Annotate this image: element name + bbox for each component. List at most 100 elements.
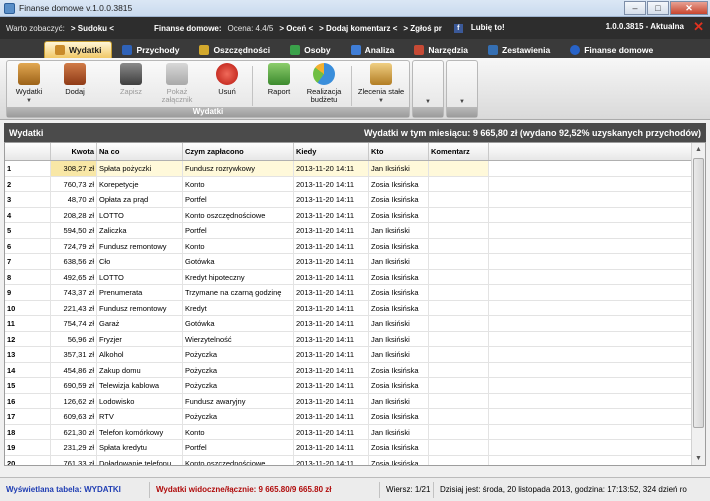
amount-cell[interactable]: 308,27 zł <box>51 161 97 176</box>
amount-cell[interactable]: 48,70 zł <box>51 192 97 207</box>
table-row[interactable]: 14 454,86 zł Zakup domu Pożyczka 2013-11-20 … <box>5 362 705 378</box>
column-header-komentarz[interactable]: Komentarz <box>429 143 489 160</box>
person-cell[interactable]: Zosia Iksińska <box>369 378 429 393</box>
scroll-thumb[interactable] <box>693 158 704 428</box>
table-row[interactable]: 15 690,59 zł Telewizja kablowa Pożyczka 2013… <box>5 378 705 394</box>
report-link[interactable]: > Zgłoś pr <box>403 24 441 33</box>
table-row[interactable]: 9 743,37 zł Prenumerata Trzymane na czarną … <box>5 285 705 301</box>
purpose-cell[interactable]: RTV <box>97 409 183 424</box>
show-attachment-button[interactable]: Pokaż załącznik <box>155 63 199 104</box>
purpose-cell[interactable]: Lodowisko <box>97 393 183 408</box>
comment-cell[interactable] <box>429 269 489 284</box>
comment-cell[interactable] <box>429 362 489 377</box>
date-cell[interactable]: 2013-11-20 14:11 <box>294 161 369 176</box>
purpose-cell[interactable]: Telewizja kablowa <box>97 378 183 393</box>
row-number[interactable]: 5 <box>5 223 51 238</box>
tab-analiza[interactable]: Analiza <box>341 41 405 58</box>
row-number[interactable]: 8 <box>5 269 51 284</box>
payment-method-cell[interactable]: Gotówka <box>183 316 294 331</box>
amount-cell[interactable]: 638,56 zł <box>51 254 97 269</box>
add-comment-link[interactable]: > Dodaj komentarz < <box>319 24 397 33</box>
person-cell[interactable]: Zosia Iksińska <box>369 455 429 465</box>
payment-method-cell[interactable]: Portfel <box>183 223 294 238</box>
person-cell[interactable]: Jan Iksiński <box>369 424 429 439</box>
wydatki-menu-button[interactable]: Wydatki ▼ <box>11 63 47 105</box>
scroll-down-icon[interactable]: ▼ <box>692 452 705 465</box>
amount-cell[interactable]: 221,43 zł <box>51 300 97 315</box>
row-number[interactable]: 4 <box>5 207 51 222</box>
payment-method-cell[interactable]: Wierzytelność <box>183 331 294 346</box>
comment-cell[interactable] <box>429 424 489 439</box>
person-cell[interactable]: Jan Iksiński <box>369 254 429 269</box>
row-number[interactable]: 6 <box>5 238 51 253</box>
comment-cell[interactable] <box>429 316 489 331</box>
sudoku-link[interactable]: > Sudoku < <box>71 24 114 33</box>
amount-cell[interactable]: 56,96 zł <box>51 331 97 346</box>
comment-cell[interactable] <box>429 285 489 300</box>
comment-cell[interactable] <box>429 331 489 346</box>
column-header-na-co[interactable]: Na co <box>97 143 183 160</box>
report-button[interactable]: Raport <box>261 63 297 96</box>
person-cell[interactable]: Zosia Iksińska <box>369 176 429 191</box>
person-cell[interactable]: Jan Iksiński <box>369 316 429 331</box>
comment-cell[interactable] <box>429 161 489 176</box>
date-cell[interactable]: 2013-11-20 14:11 <box>294 393 369 408</box>
date-cell[interactable]: 2013-11-20 14:11 <box>294 238 369 253</box>
payment-method-cell[interactable]: Konto oszczędnościowe <box>183 207 294 222</box>
date-cell[interactable]: 2013-11-20 14:11 <box>294 440 369 455</box>
minimize-button[interactable]: – <box>624 1 646 15</box>
table-row[interactable]: 13 357,31 zł Alkohol Pożyczka 2013-11-20 14:… <box>5 347 705 363</box>
vertical-scrollbar[interactable]: ▲ ▼ <box>691 143 705 465</box>
purpose-cell[interactable]: Prenumerata <box>97 285 183 300</box>
person-cell[interactable]: Zosia Iksińska <box>369 238 429 253</box>
person-cell[interactable]: Zosia Iksińska <box>369 192 429 207</box>
date-cell[interactable]: 2013-11-20 14:11 <box>294 285 369 300</box>
save-button[interactable]: Zapisz <box>113 63 149 96</box>
payment-method-cell[interactable]: Konto <box>183 424 294 439</box>
amount-cell[interactable]: 754,74 zł <box>51 316 97 331</box>
purpose-cell[interactable]: Fundusz remontowy <box>97 300 183 315</box>
payment-method-cell[interactable]: Pożyczka <box>183 362 294 377</box>
row-number[interactable]: 15 <box>5 378 51 393</box>
table-row[interactable]: 17 609,63 zł RTV Pożyczka 2013-11-20 14:11 Zo… <box>5 409 705 425</box>
row-number[interactable]: 3 <box>5 192 51 207</box>
column-header-kwota[interactable]: Kwota <box>51 143 97 160</box>
amount-cell[interactable]: 609,63 zł <box>51 409 97 424</box>
comment-cell[interactable] <box>429 455 489 465</box>
table-row[interactable]: 8 492,65 zł LOTTO Kredyt hipoteczny 2013-11-… <box>5 269 705 285</box>
tab-narzedzia[interactable]: Narzędzia <box>404 41 478 58</box>
comment-cell[interactable] <box>429 207 489 222</box>
standing-orders-button[interactable]: Zlecenia stałe ▼ <box>355 63 407 105</box>
payment-method-cell[interactable]: Pożyczka <box>183 378 294 393</box>
amount-cell[interactable]: 594,50 zł <box>51 223 97 238</box>
comment-cell[interactable] <box>429 440 489 455</box>
table-row[interactable]: 18 621,30 zł Telefon komórkowy Konto 2013-11… <box>5 424 705 440</box>
table-row[interactable]: 12 56,96 zł Fryzjer Wierzytelność 2013-11-20… <box>5 331 705 347</box>
row-number[interactable]: 12 <box>5 331 51 346</box>
purpose-cell[interactable]: Telefon komórkowy <box>97 424 183 439</box>
row-number[interactable]: 14 <box>5 362 51 377</box>
table-row[interactable]: 2 760,73 zł Korepetycje Konto 2013-11-20 14:… <box>5 176 705 192</box>
table-row[interactable]: 1 308,27 zł Spłata pożyczki Fundusz rozrywk… <box>5 161 705 177</box>
purpose-cell[interactable]: Opłata za prąd <box>97 192 183 207</box>
payment-method-cell[interactable]: Fundusz rozrywkowy <box>183 161 294 176</box>
amount-cell[interactable]: 357,31 zł <box>51 347 97 362</box>
payment-method-cell[interactable]: Konto <box>183 238 294 253</box>
date-cell[interactable]: 2013-11-20 14:11 <box>294 254 369 269</box>
amount-cell[interactable]: 208,28 zł <box>51 207 97 222</box>
purpose-cell[interactable]: Garaż <box>97 316 183 331</box>
table-row[interactable]: 11 754,74 zł Garaż Gotówka 2013-11-20 14:11 J… <box>5 316 705 332</box>
row-number[interactable]: 16 <box>5 393 51 408</box>
purpose-cell[interactable]: Doładowanie telefonu <box>97 455 183 465</box>
date-cell[interactable]: 2013-11-20 14:11 <box>294 362 369 377</box>
row-number[interactable]: 7 <box>5 254 51 269</box>
person-cell[interactable]: Zosia Iksińska <box>369 269 429 284</box>
date-cell[interactable]: 2013-11-20 14:11 <box>294 176 369 191</box>
amount-cell[interactable]: 454,86 zł <box>51 362 97 377</box>
person-cell[interactable]: Jan Iksiński <box>369 223 429 238</box>
purpose-cell[interactable]: Zaliczka <box>97 223 183 238</box>
payment-method-cell[interactable]: Trzymane na czarną godzinę <box>183 285 294 300</box>
date-cell[interactable]: 2013-11-20 14:11 <box>294 378 369 393</box>
amount-cell[interactable]: 492,65 zł <box>51 269 97 284</box>
maximize-button[interactable]: □ <box>647 1 669 15</box>
